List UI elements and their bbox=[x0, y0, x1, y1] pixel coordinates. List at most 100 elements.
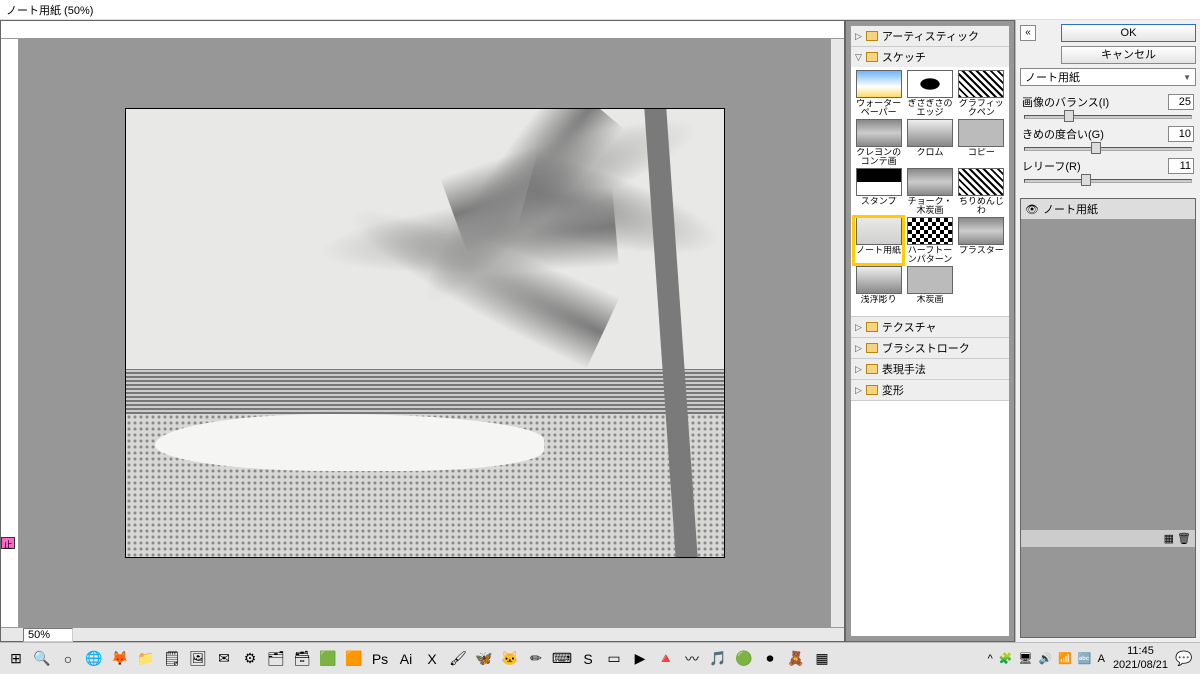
param-value[interactable] bbox=[1168, 158, 1194, 174]
windows-taskbar[interactable]: ⊞🔍○🌐🦊📁🗒🖼✉⚙🗂🗃🟩🟧PsAiX🖌🦋🐱✏⌨S▭▶🔺〰🎵🟢⏺🧸▦ ^ 🧩 🖥 🔊 📶… bbox=[0, 642, 1200, 674]
clock-date: 2021/08/21 bbox=[1113, 659, 1168, 672]
category-header[interactable]: ▽スケッチ bbox=[851, 47, 1009, 67]
param-label: きめの度合い(G) bbox=[1022, 126, 1104, 142]
param-slider[interactable] bbox=[1024, 112, 1192, 120]
taskbar-clock[interactable]: 11:45 2021/08/21 bbox=[1113, 645, 1168, 671]
filter-thumb[interactable]: ハーフトーンパターン bbox=[905, 217, 954, 264]
taskbar-app-icon[interactable]: ⊞ bbox=[4, 647, 28, 671]
scrollbar-vertical[interactable] bbox=[830, 39, 844, 627]
taskbar-app-icon[interactable]: 🧸 bbox=[784, 647, 808, 671]
layer-name[interactable]: ノート用紙 bbox=[1043, 201, 1098, 217]
tray-icon[interactable]: 🔤 bbox=[1078, 652, 1092, 665]
filter-thumb-label: ノート用紙 bbox=[854, 246, 903, 264]
taskbar-app-icon[interactable]: X bbox=[420, 647, 444, 671]
taskbar-app-icon[interactable]: 🗂 bbox=[264, 647, 288, 671]
delete-layer-icon[interactable]: 🗑 bbox=[1177, 533, 1191, 545]
filter-thumb-preview bbox=[907, 70, 953, 98]
triangle-icon: ▷ bbox=[855, 385, 862, 396]
taskbar-app-icon[interactable]: ✉ bbox=[212, 647, 236, 671]
filter-thumb[interactable]: 浅浮彫り bbox=[854, 266, 903, 313]
folder-icon bbox=[866, 31, 878, 41]
zoom-input[interactable]: 50% bbox=[23, 628, 73, 642]
new-layer-icon[interactable]: ▦ bbox=[1164, 533, 1174, 545]
category-header[interactable]: ▷ブラシストローク bbox=[851, 338, 1009, 358]
taskbar-app-icon[interactable]: Ps bbox=[368, 647, 392, 671]
category-header[interactable]: ▷アーティスティック bbox=[851, 26, 1009, 46]
filter-thumb-label: クレヨンのコンテ画 bbox=[854, 148, 903, 166]
category-header[interactable]: ▷表現手法 bbox=[851, 359, 1009, 379]
filter-thumb[interactable]: スタンプ bbox=[854, 168, 903, 215]
controls-panel: « OK キャンセル ノート用紙 ▼ 画像のバランス(I)きめの度合い(G)レリ… bbox=[1015, 20, 1200, 642]
taskbar-app-icon[interactable]: 〰 bbox=[680, 647, 704, 671]
filter-thumb[interactable]: クレヨンのコンテ画 bbox=[854, 119, 903, 166]
eye-icon[interactable]: 👁 bbox=[1025, 203, 1039, 216]
filter-thumb[interactable]: ウォーターペーパー bbox=[854, 70, 903, 117]
tray-icon[interactable]: A bbox=[1098, 653, 1105, 665]
taskbar-app-icon[interactable]: 🗒 bbox=[160, 647, 184, 671]
taskbar-app-icon[interactable]: 🟧 bbox=[342, 647, 366, 671]
filter-thumb[interactable]: チョーク・木炭画 bbox=[905, 168, 954, 215]
taskbar-app-icon[interactable]: 🟩 bbox=[316, 647, 340, 671]
filter-select-label: ノート用紙 bbox=[1025, 69, 1080, 85]
taskbar-app-icon[interactable]: S bbox=[576, 647, 600, 671]
filter-thumb-preview bbox=[856, 266, 902, 294]
taskbar-app-icon[interactable]: 🗃 bbox=[290, 647, 314, 671]
tray-icon[interactable]: 📶 bbox=[1058, 652, 1072, 665]
taskbar-app-icon[interactable]: ⏺ bbox=[758, 647, 782, 671]
filter-thumb[interactable]: ノート用紙 bbox=[854, 217, 903, 264]
param-value[interactable] bbox=[1168, 126, 1194, 142]
category-label: 表現手法 bbox=[882, 361, 926, 377]
folder-icon bbox=[866, 385, 878, 395]
taskbar-app-icon[interactable]: ⚙ bbox=[238, 647, 262, 671]
filter-thumb[interactable]: プラスター bbox=[957, 217, 1006, 264]
taskbar-app-icon[interactable]: ✏ bbox=[524, 647, 548, 671]
filter-thumb[interactable]: クロム bbox=[905, 119, 954, 166]
filter-thumb[interactable]: ちりめんじわ bbox=[957, 168, 1006, 215]
taskbar-app-icon[interactable]: 🦊 bbox=[108, 647, 132, 671]
taskbar-app-icon[interactable]: 📁 bbox=[134, 647, 158, 671]
taskbar-app-icon[interactable]: ⌨ bbox=[550, 647, 574, 671]
taskbar-app-icon[interactable]: 🖌 bbox=[446, 647, 470, 671]
param-slider[interactable] bbox=[1024, 144, 1192, 152]
filter-thumb-preview bbox=[856, 119, 902, 147]
filter-thumb[interactable]: ぎざぎさのエッジ bbox=[905, 70, 954, 117]
taskbar-app-icon[interactable]: 🔍 bbox=[30, 647, 54, 671]
filter-thumb-label: コピー bbox=[957, 148, 1006, 166]
category-header[interactable]: ▷変形 bbox=[851, 380, 1009, 400]
cancel-button[interactable]: キャンセル bbox=[1061, 46, 1196, 64]
filter-thumb[interactable]: コピー bbox=[957, 119, 1006, 166]
taskbar-app-icon[interactable]: 🦋 bbox=[472, 647, 496, 671]
ok-button[interactable]: OK bbox=[1061, 24, 1196, 42]
folder-icon bbox=[866, 364, 878, 374]
taskbar-app-icon[interactable]: 🟢 bbox=[732, 647, 756, 671]
filter-select[interactable]: ノート用紙 ▼ bbox=[1020, 68, 1196, 86]
filter-gallery-scroll[interactable]: ▷アーティスティック▽スケッチウォーターペーパーぎざぎさのエッジグラフィックペン… bbox=[850, 25, 1010, 637]
category-label: テクスチャ bbox=[882, 319, 937, 335]
tray-icon[interactable]: ^ bbox=[988, 653, 993, 665]
tray-icon[interactable]: 🔊 bbox=[1038, 652, 1052, 665]
taskbar-app-icon[interactable]: ▭ bbox=[602, 647, 626, 671]
tray-icon[interactable]: 🖥 bbox=[1019, 652, 1033, 665]
param-value[interactable] bbox=[1168, 94, 1194, 110]
system-tray[interactable]: ^ 🧩 🖥 🔊 📶 🔤 A bbox=[988, 652, 1105, 665]
filter-thumb-label: スタンプ bbox=[854, 197, 903, 215]
filter-thumb-preview bbox=[907, 217, 953, 245]
collapse-toggle[interactable]: « bbox=[1020, 25, 1036, 41]
taskbar-app-icon[interactable]: 🐱 bbox=[498, 647, 522, 671]
taskbar-app-icon[interactable]: 🔺 bbox=[654, 647, 678, 671]
taskbar-app-icon[interactable]: 🌐 bbox=[82, 647, 106, 671]
tray-icon[interactable]: 🧩 bbox=[999, 652, 1013, 665]
taskbar-app-icon[interactable]: Ai bbox=[394, 647, 418, 671]
taskbar-app-icon[interactable]: 🎵 bbox=[706, 647, 730, 671]
taskbar-app-icon[interactable]: ○ bbox=[56, 647, 80, 671]
notification-icon[interactable]: 💬 bbox=[1172, 647, 1196, 671]
filter-thumb[interactable]: グラフィックペン bbox=[957, 70, 1006, 117]
filter-thumb-label: 浅浮彫り bbox=[854, 295, 903, 313]
filter-thumb[interactable]: 木炭画 bbox=[905, 266, 954, 313]
taskbar-app-icon[interactable]: ▦ bbox=[810, 647, 834, 671]
param-slider[interactable] bbox=[1024, 176, 1192, 184]
preview-canvas[interactable] bbox=[125, 108, 725, 558]
taskbar-app-icon[interactable]: ▶ bbox=[628, 647, 652, 671]
taskbar-app-icon[interactable]: 🖼 bbox=[186, 647, 210, 671]
category-header[interactable]: ▷テクスチャ bbox=[851, 317, 1009, 337]
